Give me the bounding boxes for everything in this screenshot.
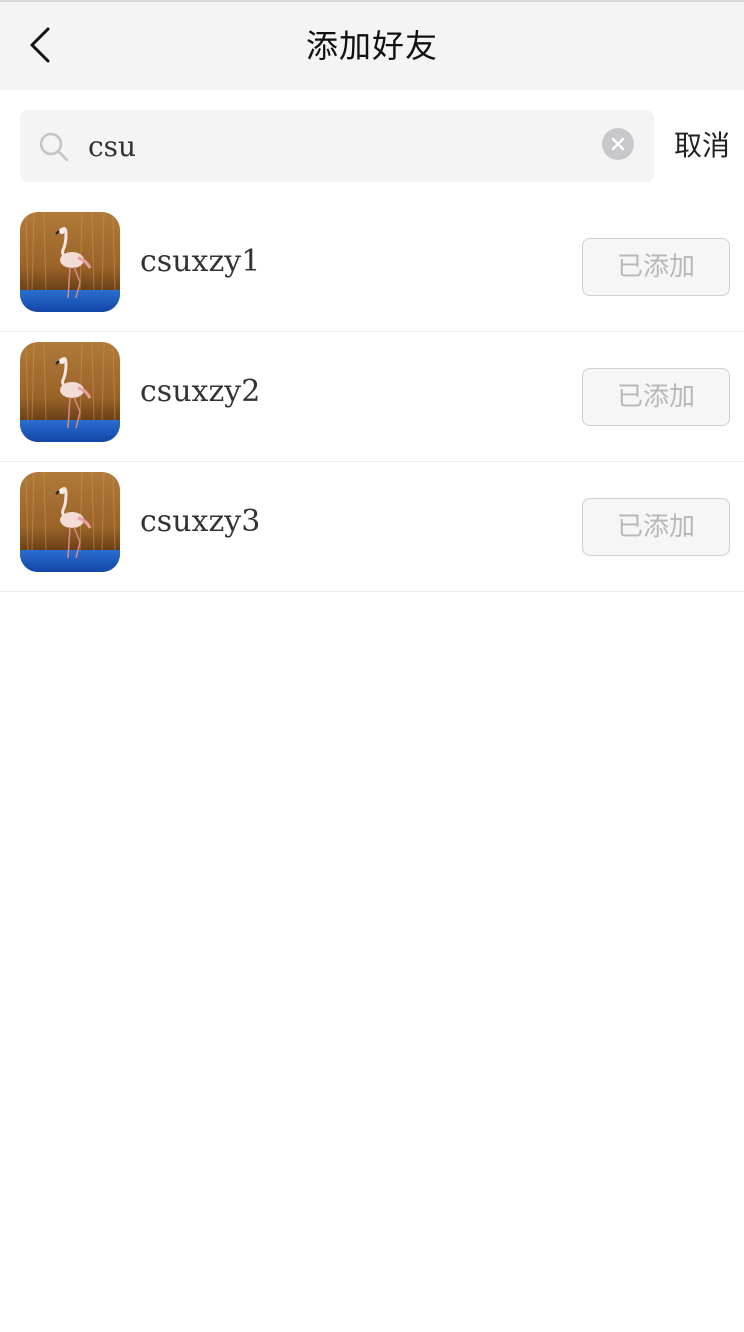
flamingo-avatar xyxy=(20,212,120,312)
clear-circle-icon xyxy=(611,137,625,151)
username-label: csuxzy1 xyxy=(140,244,261,279)
clear-search-button[interactable] xyxy=(602,128,634,160)
list-item[interactable]: csuxzy1 已添加 xyxy=(0,202,744,332)
added-button[interactable]: 已添加 xyxy=(582,368,730,426)
back-button[interactable] xyxy=(18,20,62,70)
added-button[interactable]: 已添加 xyxy=(582,498,730,556)
avatar[interactable] xyxy=(20,472,120,572)
search-bar: 取消 xyxy=(0,90,744,202)
added-button[interactable]: 已添加 xyxy=(582,238,730,296)
list-item[interactable]: csuxzy3 已添加 xyxy=(0,462,744,592)
search-icon xyxy=(39,132,69,162)
list-item[interactable]: csuxzy2 已添加 xyxy=(0,332,744,462)
username-label: csuxzy3 xyxy=(140,504,261,539)
chevron-left-icon xyxy=(30,27,50,63)
flamingo-avatar xyxy=(20,472,120,572)
avatar[interactable] xyxy=(20,342,120,442)
cancel-button[interactable]: 取消 xyxy=(664,124,740,168)
avatar[interactable] xyxy=(20,212,120,312)
flamingo-avatar xyxy=(20,342,120,442)
search-field-container[interactable] xyxy=(20,110,654,182)
nav-header: 添加好友 xyxy=(0,2,744,90)
username-label: csuxzy2 xyxy=(140,374,261,409)
search-input[interactable] xyxy=(88,126,588,166)
search-results-list: csuxzy1 已添加 csuxzy2 已添加 csuxzy3 已添加 xyxy=(0,202,744,592)
page-title: 添加好友 xyxy=(305,27,438,65)
